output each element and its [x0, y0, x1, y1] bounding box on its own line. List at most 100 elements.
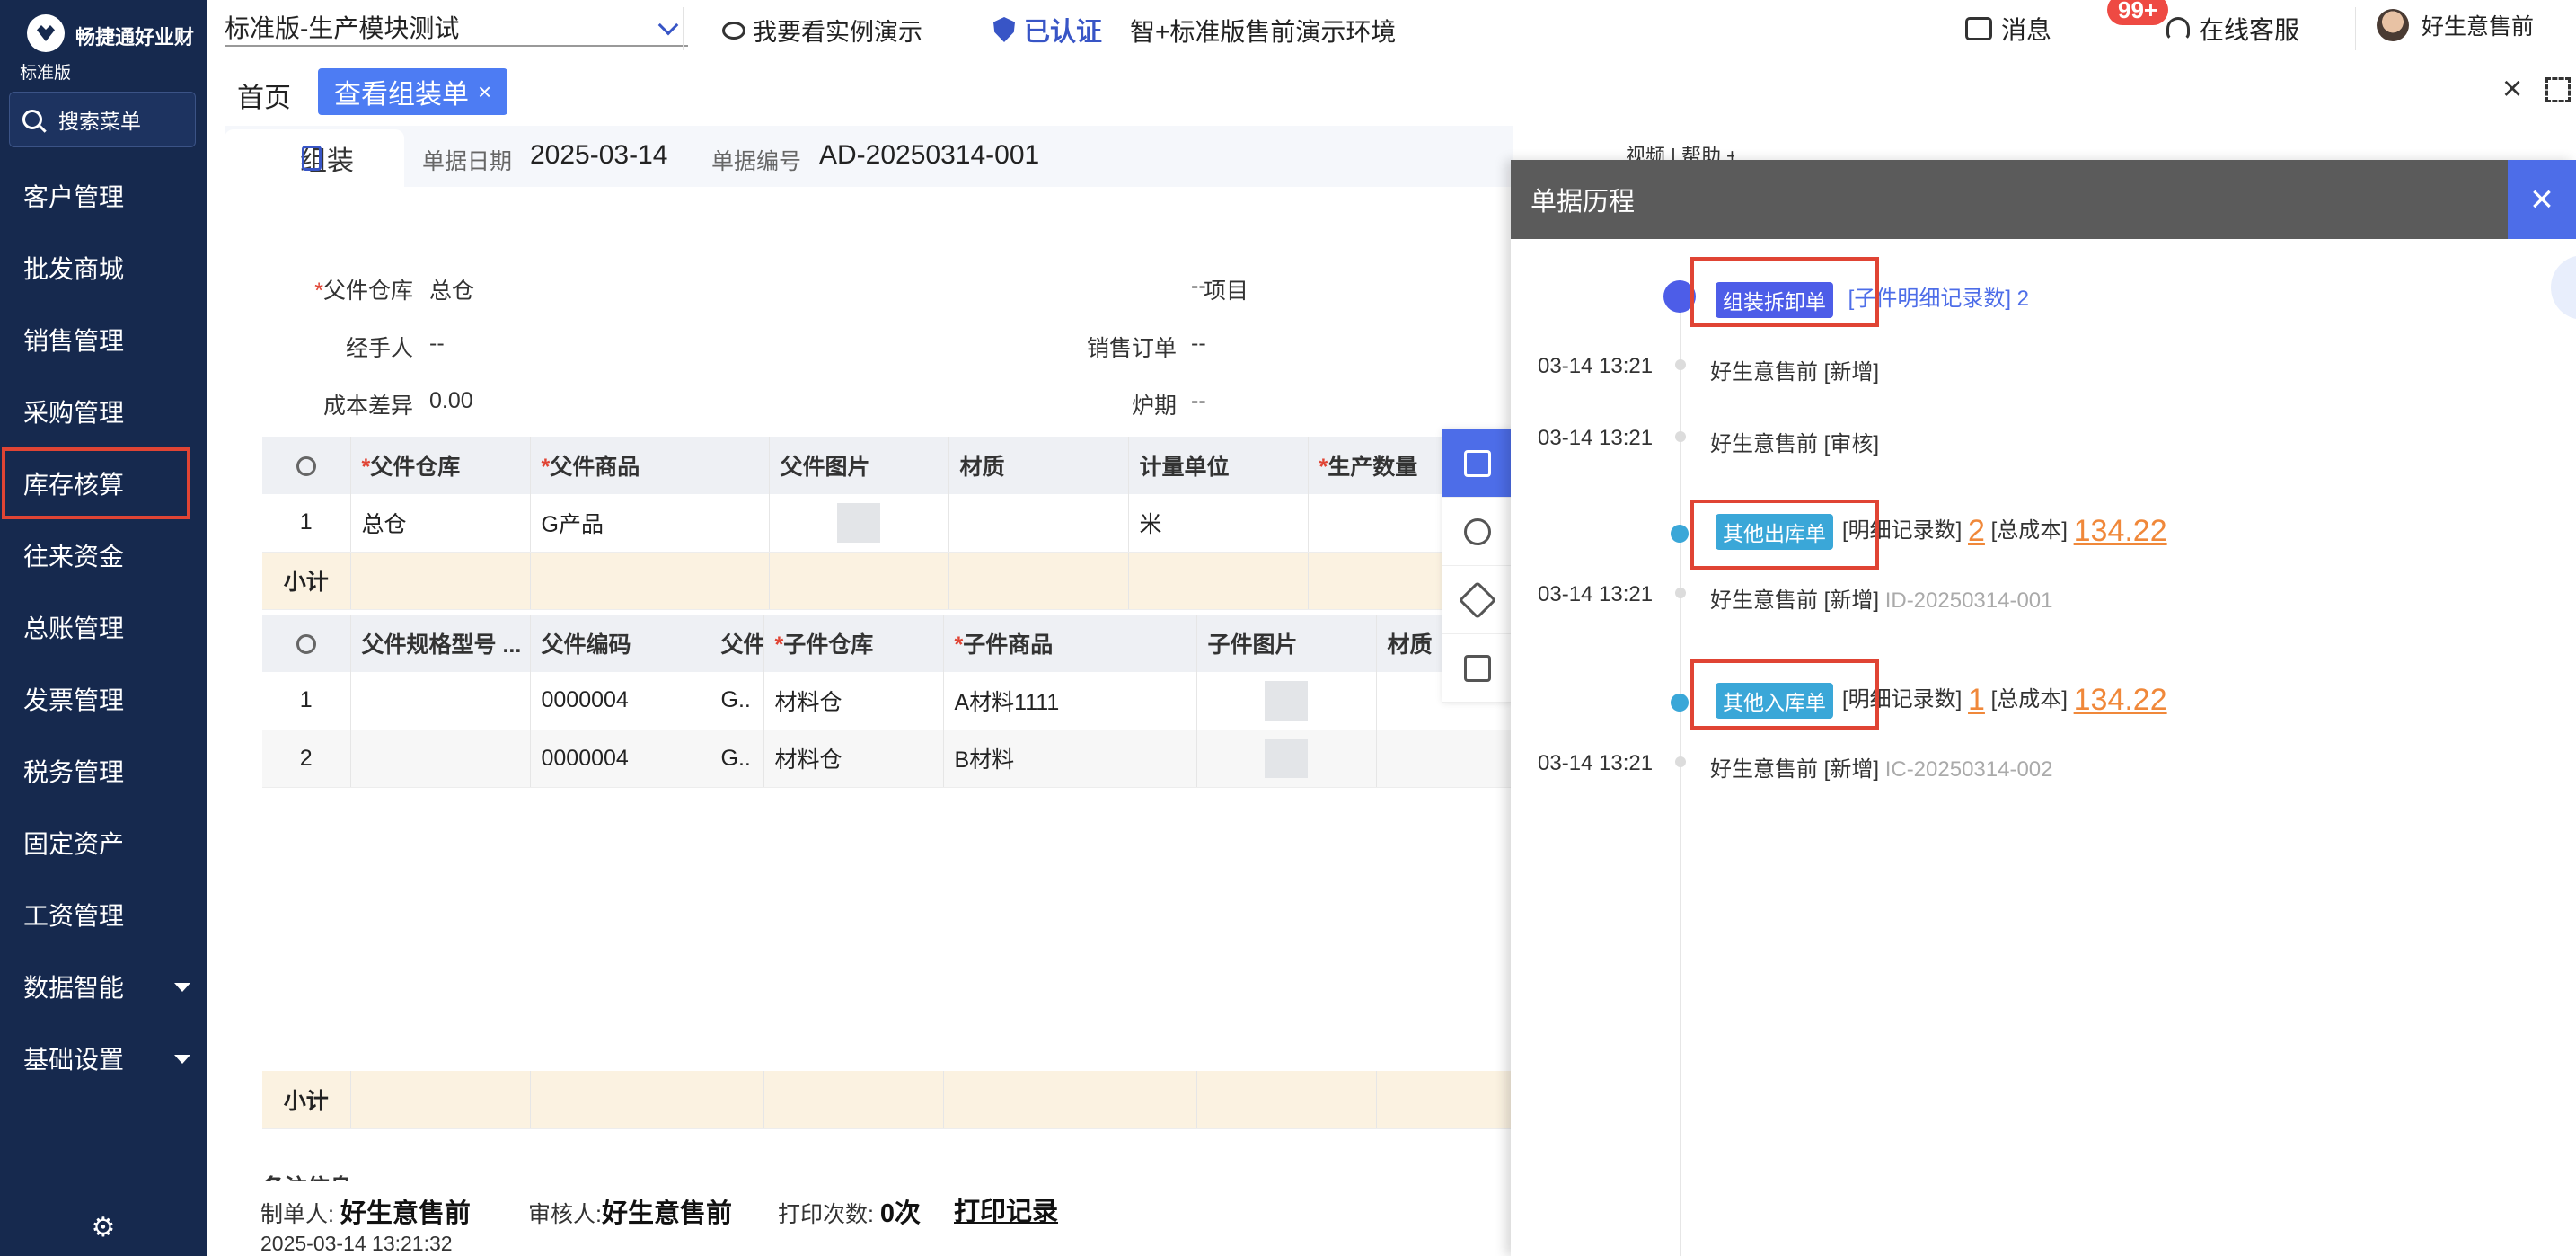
sidebar-item-label: 基础设置	[23, 1046, 125, 1074]
sales-order-value[interactable]: --	[1191, 331, 1206, 357]
tab-home[interactable]: 首页	[237, 75, 291, 115]
child-items-table: 父件规格型号 ... 父件编码 父件 *子件仓库 *子件商品 子件图片 材质 1…	[262, 615, 1513, 788]
close-all-tabs-icon[interactable]: ×	[2502, 70, 2522, 109]
table-row[interactable]: 1 0000004 G.. 材料仓 A材料1111	[262, 672, 1513, 730]
cost-value[interactable]: 134.22	[2074, 514, 2167, 548]
planet-icon	[722, 21, 745, 40]
avatar	[2377, 9, 2409, 41]
panel-edge-handle[interactable]	[2551, 255, 2576, 320]
parent-items-table: *父件仓库 *父件商品 父件图片 材质 计量单位 *生产数量 1 总仓 G产品 …	[262, 437, 1513, 610]
table-header-row: *父件仓库 *父件商品 父件图片 材质 计量单位 *生产数量	[262, 437, 1513, 494]
furnace-value[interactable]: --	[1191, 388, 1206, 414]
sidebar-item-label: 发票管理	[23, 686, 125, 714]
sidebar-item-data-intelligence[interactable]: 数据智能	[0, 951, 207, 1022]
attachment-button[interactable]	[1442, 498, 1513, 566]
cell-parent[interactable]: G..	[710, 730, 764, 788]
demo-link[interactable]: 我要看实例演示	[722, 13, 922, 48]
event-text: 好生意售前 [新增]	[1710, 360, 1880, 385]
search-menu-button[interactable]: 搜索菜单	[9, 92, 196, 147]
sidebar-item-basic-settings[interactable]: 基础设置	[0, 1022, 207, 1094]
cell-warehouse[interactable]: 总仓	[350, 494, 531, 553]
subtotal-label: 小计	[262, 1071, 351, 1129]
account-select[interactable]: 标准版-生产模块测试	[225, 9, 688, 47]
timeline-dot	[1675, 756, 1686, 767]
doc-code-value: AD-20250314-001	[819, 140, 1040, 170]
sidebar-menu: 客户管理 批发商城 销售管理 采购管理 库存核算 往来资金 总账管理 发票管理 …	[0, 160, 207, 1094]
auditor-info: 审核人:好生意售前	[528, 1199, 732, 1228]
sidebar-item-label: 批发商城	[23, 255, 125, 283]
account-select-value: 标准版-生产模块测试	[225, 14, 460, 42]
subtotal-label: 小计	[262, 552, 351, 610]
sidebar-item-payroll[interactable]: 工资管理	[0, 879, 207, 951]
cell-product[interactable]: A材料1111	[943, 672, 1197, 730]
child-subtotal-table: 小计	[262, 1071, 1513, 1129]
cell-code[interactable]: 0000004	[530, 672, 710, 730]
doc-date-value: 2025-03-14	[530, 140, 668, 170]
cell-warehouse[interactable]: 材料仓	[763, 730, 944, 788]
cell-image[interactable]	[1196, 730, 1377, 788]
logo-name: 畅捷通好业财	[75, 26, 195, 49]
print-count: 打印次数: 0次	[778, 1199, 922, 1228]
cell-parent[interactable]: G..	[710, 672, 764, 730]
column-settings-icon[interactable]	[262, 437, 351, 494]
tab-view-assembly[interactable]: 查看组装单 ×	[318, 68, 508, 115]
column-header: 父件	[710, 615, 764, 672]
sidebar-item-sales[interactable]: 销售管理	[0, 304, 207, 376]
sidebar-item-funds[interactable]: 往来资金	[0, 519, 207, 591]
detail-count[interactable]: 2	[1968, 514, 1985, 548]
highlight-box	[1690, 257, 1879, 327]
sidebar-item-inventory[interactable]: 库存核算	[2, 447, 190, 519]
verified-badge[interactable]: 已认证	[993, 11, 1102, 49]
cell-spec[interactable]	[350, 672, 531, 730]
convert-button[interactable]	[1442, 634, 1513, 703]
table-row[interactable]: 2 0000004 G.. 材料仓 B材料	[262, 730, 1513, 788]
cost-value[interactable]: 134.22	[2074, 683, 2167, 717]
online-support-button[interactable]: 在线客服	[2166, 11, 2299, 47]
cell-product[interactable]: G产品	[530, 494, 770, 553]
row-number: 1	[262, 494, 351, 553]
cell-material[interactable]	[1376, 730, 1513, 788]
cell-product[interactable]: B材料	[943, 730, 1197, 788]
column-settings-icon[interactable]	[262, 615, 351, 672]
column-header: 材质	[948, 437, 1129, 494]
history-title: 单据历程	[1511, 160, 2576, 239]
cell-image[interactable]	[769, 494, 949, 553]
cost-diff-value[interactable]: 0.00	[429, 388, 473, 414]
cell-spec[interactable]	[350, 730, 531, 788]
cell-unit[interactable]: 米	[1128, 494, 1309, 553]
sidebar-item-tax[interactable]: 税务管理	[0, 735, 207, 807]
settings-gear-icon[interactable]: ⚙	[90, 1215, 117, 1242]
fullscreen-icon[interactable]	[2545, 77, 2571, 102]
column-header: 父件规格型号 ...	[350, 615, 531, 672]
user-menu[interactable]: 好生意售前	[2377, 9, 2534, 41]
project-value[interactable]: --	[1191, 273, 1206, 299]
messages-button[interactable]: 消息	[1965, 11, 2051, 47]
cell-material[interactable]	[948, 494, 1129, 553]
parent-warehouse-value[interactable]: 总仓	[429, 273, 474, 305]
cell-image[interactable]	[1196, 672, 1377, 730]
cell-warehouse[interactable]: 材料仓	[763, 672, 944, 730]
document-history-button[interactable]	[1442, 429, 1513, 498]
tool-button[interactable]	[1442, 566, 1513, 634]
close-icon[interactable]: ×	[2508, 160, 2576, 239]
doc-type-tab[interactable]: 组装	[225, 129, 404, 187]
sidebar-item-customer[interactable]: 客户管理	[0, 160, 207, 232]
maker-info: 制单人: 好生意售前	[260, 1199, 471, 1228]
detail-count[interactable]: 1	[1968, 683, 1985, 717]
table-row[interactable]: 1 总仓 G产品 米 1.0	[262, 494, 1513, 553]
sidebar-item-purchase[interactable]: 采购管理	[0, 376, 207, 447]
handler-value[interactable]: --	[429, 331, 445, 357]
caret-down-icon	[174, 1055, 190, 1064]
event-time: 03-14 13:21	[1538, 582, 1654, 606]
divider	[683, 7, 684, 50]
sidebar-item-wholesale[interactable]: 批发商城	[0, 232, 207, 304]
app-logo[interactable]: 畅捷通好业财 标准版	[18, 9, 207, 83]
print-record-link[interactable]: 打印记录	[954, 1190, 1058, 1228]
cell-code[interactable]: 0000004	[530, 730, 710, 788]
user-name: 好生意售前	[2422, 14, 2535, 40]
clipboard-icon	[302, 146, 322, 171]
sidebar-item-ledger[interactable]: 总账管理	[0, 591, 207, 663]
tab-close-icon[interactable]: ×	[478, 78, 491, 106]
sidebar-item-fixed-assets[interactable]: 固定资产	[0, 807, 207, 879]
sidebar-item-invoice[interactable]: 发票管理	[0, 663, 207, 735]
